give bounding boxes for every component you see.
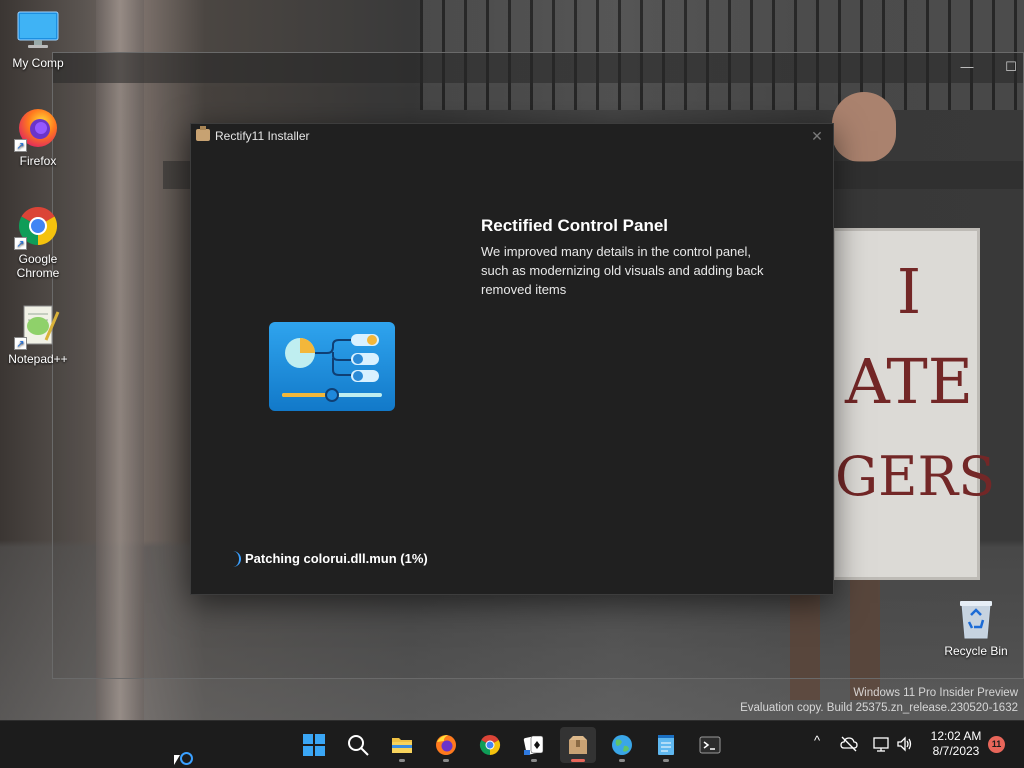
chevron-up-icon[interactable]: ^	[808, 733, 826, 753]
desktop-icon-label: Google Chrome	[16, 252, 60, 280]
mouse-pointer-icon	[174, 755, 180, 765]
desktop-icon-label: My Comp	[12, 56, 64, 70]
installer-box-icon	[567, 734, 589, 756]
running-indicator	[443, 759, 449, 762]
windows-start-icon	[303, 734, 325, 756]
running-indicator	[663, 759, 669, 762]
taskbar-start-button[interactable]	[296, 727, 332, 763]
maximize-icon[interactable]: ☐	[1001, 57, 1021, 77]
close-icon[interactable]: ✕	[807, 126, 827, 146]
installer-box-icon	[196, 126, 210, 141]
recycle-bin-icon	[956, 598, 996, 640]
minimize-icon[interactable]: —	[957, 57, 977, 77]
taskbar-file-explorer[interactable]	[384, 727, 420, 763]
notepadpp-icon: ↗	[14, 304, 60, 350]
status-text: Patching colorui.dll.mun (1%)	[245, 551, 428, 566]
installer-title: Rectify11 Installer	[215, 129, 310, 143]
feature-title: Rectified Control Panel	[481, 216, 669, 235]
shortcut-arrow-icon: ↗	[14, 237, 27, 250]
cloud-offline-icon[interactable]	[840, 735, 858, 753]
clock-date: 8/7/2023	[932, 744, 980, 758]
shortcut-arrow-icon: ↗	[14, 337, 27, 350]
notepad-icon	[655, 734, 677, 756]
firefox-icon: ↗	[14, 106, 60, 152]
taskbar-firefox[interactable]	[428, 727, 464, 763]
taskbar-rectify11-installer[interactable]	[560, 727, 596, 763]
running-indicator	[399, 759, 405, 762]
clock-time: 12:02 AM	[930, 729, 982, 743]
installer-window[interactable]: Rectify11 Installer ✕ Rectified Control …	[190, 123, 834, 595]
volume-icon[interactable]	[896, 735, 914, 753]
taskbar-search-button[interactable]	[340, 727, 376, 763]
terminal-icon	[699, 734, 721, 756]
taskbar-terminal[interactable]	[692, 727, 728, 763]
taskbar-clock[interactable]: 12:02 AM 8/7/2023	[926, 729, 986, 759]
windows-watermark: Windows 11 Pro Insider Preview Evaluatio…	[740, 686, 1018, 716]
taskbar: ^ 12:02 AM 8/7/2023 11	[0, 720, 1024, 768]
taskbar-notepad[interactable]	[648, 727, 684, 763]
running-indicator	[531, 759, 537, 762]
desktop-icon-label: Notepad++	[8, 352, 68, 366]
desktop-icon-notepadpp[interactable]: ↗ Notepad++	[0, 304, 76, 366]
folder-icon	[391, 734, 413, 756]
cards-icon	[523, 734, 545, 756]
busy-cursor-icon	[180, 752, 193, 765]
watermark-edition: Windows 11 Pro Insider Preview	[853, 687, 1018, 699]
desktop-icon-label: Recycle Bin	[944, 644, 1008, 658]
desktop-icon-chrome[interactable]: ↗ Google Chrome	[0, 204, 76, 280]
globe-icon	[611, 734, 633, 756]
control-panel-icon	[269, 322, 395, 411]
firefox-icon	[435, 734, 457, 756]
running-indicator	[619, 759, 625, 762]
watermark-build: Evaluation copy. Build 25375.zn_release.…	[740, 702, 1018, 714]
installer-titlebar[interactable]: Rectify11 Installer ✕	[191, 124, 833, 150]
desktop-icon-firefox[interactable]: ↗ Firefox	[0, 106, 76, 168]
desktop-icon-recycle-bin[interactable]: Recycle Bin	[940, 598, 1012, 658]
taskbar-chrome[interactable]	[472, 727, 508, 763]
taskbar-maps[interactable]	[604, 727, 640, 763]
feature-description: We improved many details in the control …	[481, 244, 764, 297]
search-icon	[347, 734, 369, 756]
shortcut-arrow-icon: ↗	[14, 139, 27, 152]
desktop-icon-label: Firefox	[19, 154, 57, 168]
running-indicator	[571, 759, 585, 762]
desktop-icon-my-computer[interactable]: My Comp	[0, 8, 76, 70]
network-icon[interactable]	[872, 735, 890, 753]
spinner-icon	[229, 551, 241, 567]
notification-badge[interactable]: 11	[988, 736, 1005, 753]
taskbar-solitaire[interactable]	[516, 727, 552, 763]
monitor-icon	[16, 8, 60, 52]
chrome-icon	[479, 734, 501, 756]
background-window-titlebar[interactable]: — ☐	[53, 53, 1023, 83]
chrome-icon: ↗	[14, 204, 60, 250]
